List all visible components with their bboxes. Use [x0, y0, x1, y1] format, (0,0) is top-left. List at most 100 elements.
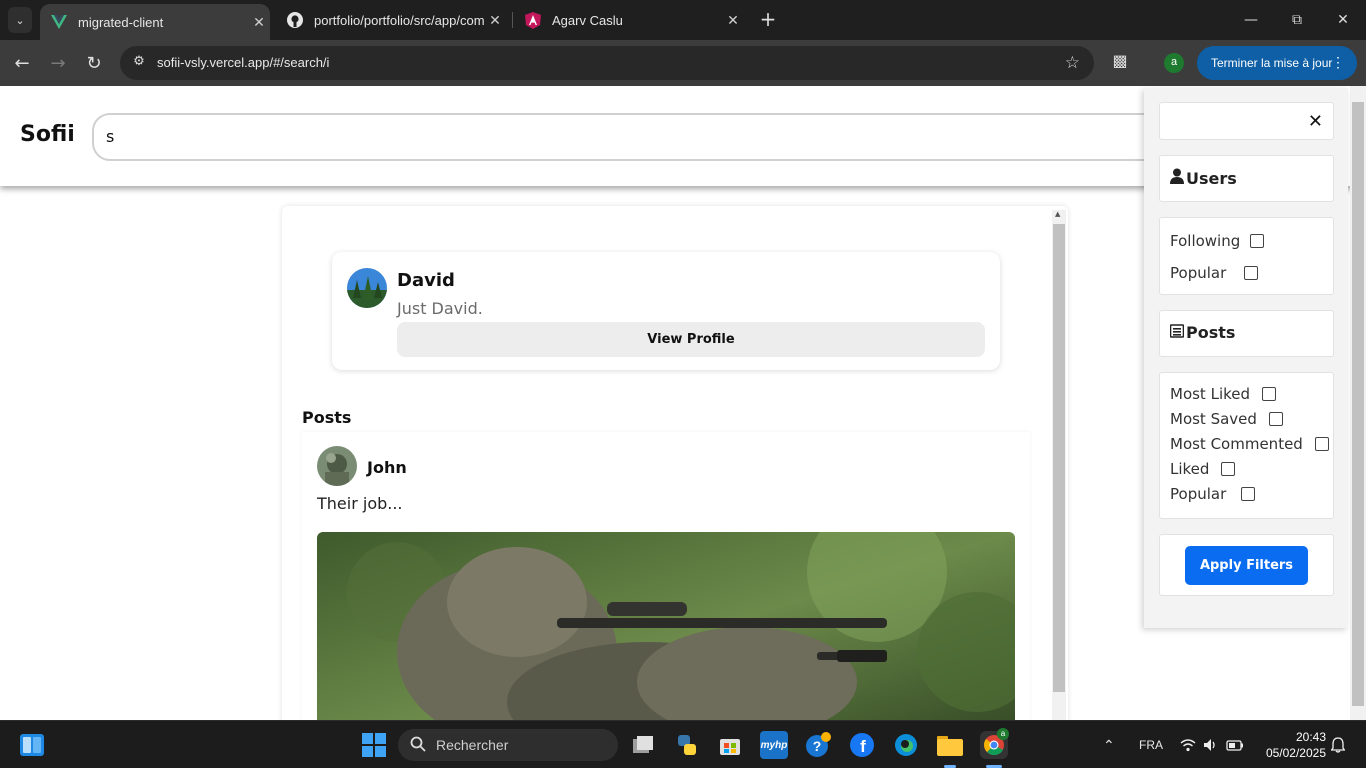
users-title-label: Users: [1186, 168, 1237, 188]
search-input[interactable]: s: [92, 113, 1212, 161]
user-avatar[interactable]: [347, 268, 387, 308]
filter-popular-users-label: Popular: [1170, 264, 1227, 282]
input-language[interactable]: FRA: [1139, 721, 1163, 768]
apply-filters-box: Apply Filters: [1159, 534, 1334, 596]
search-icon: [410, 736, 426, 755]
filter-most-liked-checkbox[interactable]: [1262, 387, 1277, 401]
tab-close-icon[interactable]: ✕: [722, 12, 744, 29]
filter-most-saved[interactable]: Most Saved: [1170, 410, 1283, 428]
tray-overflow-chevron-icon[interactable]: ⌃: [1103, 721, 1115, 768]
filter-popular-posts-checkbox[interactable]: [1241, 487, 1256, 501]
back-arrow-icon[interactable]: ←: [8, 49, 36, 77]
site-settings-icon[interactable]: ⚙: [130, 54, 148, 72]
windows-taskbar: Rechercher myhp ? f a ⌃ FRA 20:43 05/02/…: [0, 720, 1366, 768]
filter-following-checkbox[interactable]: [1250, 234, 1265, 248]
filter-most-saved-checkbox[interactable]: [1268, 412, 1283, 426]
taskbar-search-placeholder: Rechercher: [436, 737, 509, 753]
app-logo[interactable]: Sofii: [20, 122, 75, 147]
filter-most-commented-checkbox[interactable]: [1314, 437, 1329, 451]
filter-popular-posts[interactable]: Popular: [1170, 485, 1256, 503]
search-results-panel: David Just David. View Profile Posts Joh…: [282, 206, 1068, 720]
widgets-icon[interactable]: [18, 731, 46, 759]
post-image[interactable]: [317, 532, 1015, 720]
github-icon: [286, 11, 304, 29]
filter-popular-users-checkbox[interactable]: [1244, 266, 1259, 280]
myhp-icon[interactable]: myhp: [760, 731, 788, 759]
posts-filter-title: Posts: [1169, 323, 1236, 342]
filter-following[interactable]: Following: [1170, 232, 1265, 250]
menu-dots-icon[interactable]: ⋮: [1331, 54, 1345, 71]
tab-close-icon[interactable]: ✕: [484, 12, 506, 29]
minimize-icon[interactable]: —: [1228, 0, 1274, 40]
restore-icon[interactable]: ⧉: [1274, 0, 1320, 40]
facebook-icon[interactable]: f: [848, 731, 876, 759]
results-scrollbar[interactable]: ▲: [1052, 210, 1066, 720]
filter-most-saved-label: Most Saved: [1170, 410, 1257, 428]
taskbar-search[interactable]: Rechercher: [398, 729, 618, 761]
filter-liked[interactable]: Liked: [1170, 460, 1236, 478]
browser-toolbar: ← → ↻ ⚙ sofii-vsly.vercel.app/#/search/i…: [0, 40, 1366, 86]
filter-popular-posts-label: Popular: [1170, 485, 1227, 503]
svg-text:?: ?: [813, 738, 822, 754]
system-clock[interactable]: 20:43 05/02/2025: [1256, 729, 1326, 761]
page-scroll-thumb[interactable]: [1352, 102, 1364, 706]
battery-icon[interactable]: [1226, 721, 1244, 768]
user-name[interactable]: David: [397, 270, 455, 291]
filter-liked-label: Liked: [1170, 460, 1210, 478]
filter-panel: ✕ Users Following Popular Posts Most Lik…: [1144, 88, 1348, 628]
tab-agarv-caslu[interactable]: Agarv Caslu ✕: [514, 0, 744, 40]
filter-liked-checkbox[interactable]: [1221, 462, 1236, 476]
reload-icon[interactable]: ↻: [80, 49, 108, 77]
python-icon[interactable]: [673, 731, 701, 759]
tab-search-chevron-icon[interactable]: ⌄: [8, 7, 32, 33]
edge-icon[interactable]: [892, 731, 920, 759]
results-scroll-thumb[interactable]: [1053, 224, 1065, 692]
posts-section-heading: Posts: [302, 408, 352, 427]
view-profile-button[interactable]: View Profile: [397, 322, 985, 357]
filter-popular-users[interactable]: Popular: [1170, 264, 1259, 282]
forward-arrow-icon[interactable]: →: [44, 49, 72, 77]
new-tab-plus-icon[interactable]: +: [756, 8, 780, 32]
tab-github-portfolio[interactable]: portfolio/portfolio/src/app/com ✕: [276, 0, 506, 40]
chrome-profile-badge: a: [997, 728, 1009, 740]
post-author-avatar[interactable]: [317, 446, 357, 486]
bookmark-star-icon[interactable]: ☆: [1065, 53, 1080, 73]
tab-title: portfolio/portfolio/src/app/com: [314, 12, 484, 28]
post-text: Their job...: [317, 494, 403, 513]
update-button-label: Terminer la mise à jour: [1211, 56, 1333, 70]
window-close-icon[interactable]: ✕: [1320, 0, 1366, 40]
update-chrome-button[interactable]: Terminer la mise à jour ⋮: [1197, 46, 1357, 80]
filter-most-liked[interactable]: Most Liked: [1170, 385, 1277, 403]
filter-most-commented[interactable]: Most Commented: [1170, 435, 1329, 453]
post-card: John Their job...: [302, 432, 1030, 720]
newspaper-icon: [1169, 323, 1185, 342]
microsoft-store-icon[interactable]: [716, 731, 744, 759]
clock-time: 20:43: [1295, 730, 1326, 744]
task-view-icon[interactable]: [629, 731, 657, 759]
file-explorer-icon[interactable]: [936, 731, 964, 759]
tab-title: Agarv Caslu: [552, 12, 623, 28]
notification-bell-icon[interactable]: [1331, 721, 1345, 768]
close-filter-icon[interactable]: ✕: [1308, 111, 1323, 132]
extensions-puzzle-icon[interactable]: ▩: [1108, 51, 1132, 75]
tab-separator: [512, 12, 513, 28]
posts-title-label: Posts: [1186, 323, 1236, 342]
browser-tab-bar: ⌄ migrated-client ✕ portfolio/portfolio/…: [0, 0, 1366, 40]
post-author-name[interactable]: John: [367, 458, 407, 477]
profile-avatar[interactable]: a: [1164, 53, 1184, 73]
wifi-icon[interactable]: [1180, 721, 1196, 768]
posts-filter-header: Posts: [1159, 310, 1334, 357]
users-filter-header: Users: [1159, 155, 1334, 202]
page-scrollbar[interactable]: [1350, 86, 1366, 720]
volume-icon[interactable]: [1203, 721, 1219, 768]
clock-date: 05/02/2025: [1265, 746, 1326, 760]
user-icon: [1170, 168, 1184, 188]
scroll-up-icon[interactable]: ▲: [1055, 210, 1060, 218]
windows-start-icon[interactable]: [360, 731, 388, 759]
help-icon[interactable]: ?: [804, 731, 832, 759]
apply-filters-button[interactable]: Apply Filters: [1185, 546, 1308, 585]
tab-close-icon[interactable]: ✕: [248, 14, 270, 31]
vue-icon: [50, 13, 68, 31]
address-bar[interactable]: ⚙ sofii-vsly.vercel.app/#/search/i ☆: [120, 46, 1094, 80]
tab-migrated-client[interactable]: migrated-client ✕: [40, 4, 270, 40]
